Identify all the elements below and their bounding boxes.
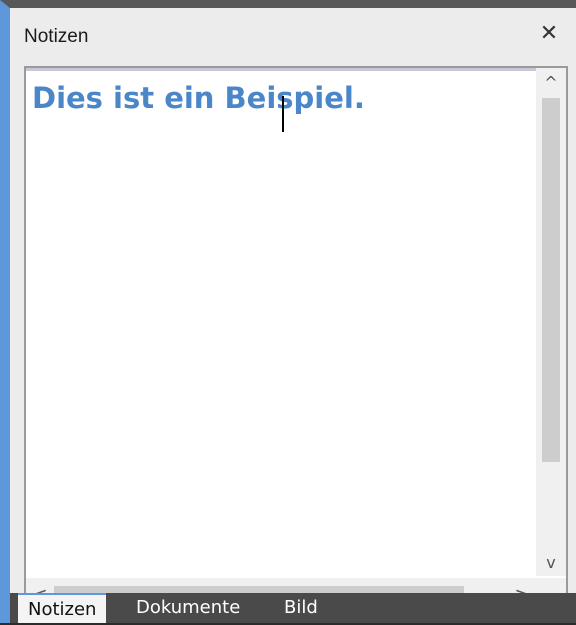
tab-notizen[interactable]: Notizen [18,593,107,623]
notes-panel: Notizen ✕ Dies ist ein Beispiel. ^ v < > [0,0,576,623]
scroll-down-button[interactable]: v [536,550,566,576]
panel-title: Notizen [24,26,89,47]
vertical-scrollbar[interactable]: ^ v [536,68,566,576]
tab-strip: Notizen Dokumente Bild [10,593,576,623]
scroll-up-button[interactable]: ^ [536,70,566,96]
notes-text-area[interactable]: Dies ist ein Beispiel. [32,76,532,558]
tab-bild[interactable]: Bild [274,593,328,623]
text-caret [282,96,284,132]
editor-top-border [26,68,566,71]
chevron-up-icon: ^ [544,73,558,92]
close-button[interactable]: ✕ [536,20,562,48]
close-icon: ✕ [539,21,559,46]
chevron-down-icon: v [546,553,556,572]
notes-editor[interactable]: Dies ist ein Beispiel. ^ v < > [24,66,568,614]
tab-dokumente[interactable]: Dokumente [126,593,250,623]
title-bar: Notizen ✕ [10,8,576,60]
vertical-scroll-thumb[interactable] [542,98,560,462]
